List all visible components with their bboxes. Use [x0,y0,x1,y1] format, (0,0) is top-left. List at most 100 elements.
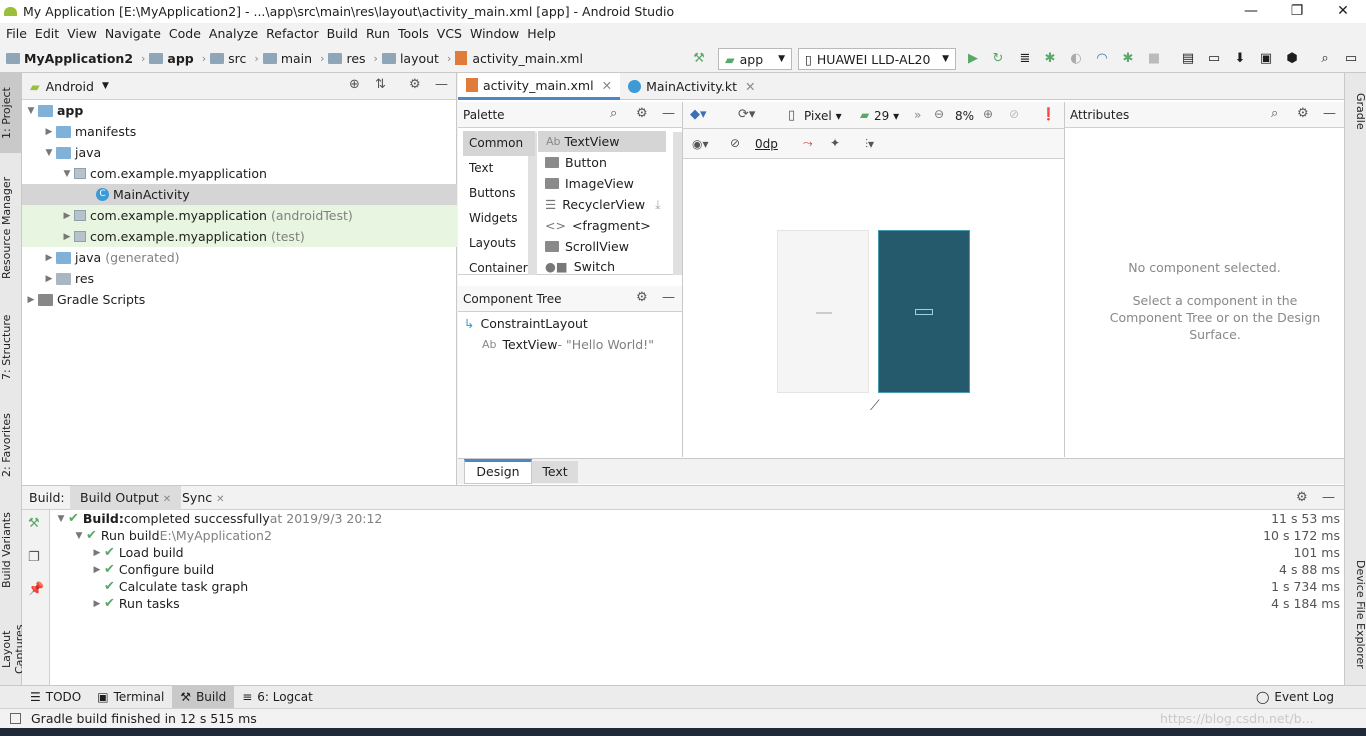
gear-icon[interactable]: ⚙ [636,106,648,121]
hide-icon[interactable]: — [435,77,448,92]
build-row-run-tasks[interactable]: ▶✔ Run tasks 4 s 184 ms [90,595,1344,612]
menu-vcs[interactable]: VCS [435,26,468,41]
device-select[interactable]: Pixel ▾ [804,109,842,123]
menu-view[interactable]: View [65,26,103,41]
palette-item-textview[interactable]: AbTextView [538,131,666,152]
menu-run[interactable]: Run [364,26,396,41]
tab-terminal[interactable]: ▣Terminal [89,686,172,709]
tab-device-file-explorer[interactable]: Device File Explorer [1345,551,1366,677]
resize-handle-icon[interactable]: ⟋ [870,398,880,414]
build-row-load-build[interactable]: ▶✔ Load build 101 ms [90,544,1344,561]
overflow-icon[interactable]: » [914,108,921,122]
build-row-calculate-task-graph[interactable]: ✔ Calculate task graph 1 s 734 ms [90,578,1344,595]
menu-tools[interactable]: Tools [396,26,435,41]
restore-icon[interactable]: ❐ [1274,0,1320,23]
hammer-icon[interactable]: ⚒ [690,50,708,68]
breadcrumb-layout[interactable]: layout [382,51,439,66]
more-icon[interactable]: ▭ [1342,50,1360,68]
zoom-in-icon[interactable]: ⊕ [983,107,993,121]
gear-icon[interactable]: ⚙ [1296,490,1308,505]
tab-text[interactable]: Text [532,461,578,483]
tab-gradle[interactable]: Gradle [1345,81,1366,141]
coverage-icon[interactable]: ◐ [1067,50,1085,68]
palette-category-common[interactable]: Common [463,131,535,156]
palette-category-text[interactable]: Text [463,156,535,181]
tab-favorites[interactable]: 2: Favorites [0,403,22,488]
menu-file[interactable]: File [4,26,33,41]
hide-icon[interactable]: — [1323,106,1336,121]
hide-icon[interactable]: — [662,290,675,305]
pin-icon[interactable]: 📌 [28,582,44,597]
tab-logcat[interactable]: ≡6: Logcat [234,686,321,709]
minimize-icon[interactable]: — [1228,0,1274,23]
apply-changes-icon[interactable]: ↻ [989,50,1007,68]
gear-icon[interactable]: ⚙ [636,290,648,305]
tree-item-mainactivity[interactable]: CMainActivity [22,184,457,205]
tab-activity-main-xml[interactable]: activity_main.xml ✕ [458,73,620,100]
palette-item-imageview[interactable]: ImageView [545,173,673,194]
tab-todo[interactable]: ☰TODO [22,686,89,709]
hide-icon[interactable]: — [662,106,675,121]
menu-analyze[interactable]: Analyze [207,26,264,41]
menu-edit[interactable]: Edit [33,26,65,41]
menu-refactor[interactable]: Refactor [264,26,324,41]
collapse-all-icon[interactable]: ⇅ [375,77,386,92]
event-log-button[interactable]: ◯Event Log [1248,686,1342,709]
run-config-select[interactable]: ▰ app ▼ [718,48,792,70]
autoconnect-icon[interactable]: ⊘ [730,136,740,150]
palette-category-widgets[interactable]: Widgets [463,206,535,231]
tree-item-java[interactable]: ▼java [22,142,457,163]
tab-sync[interactable]: Sync ✕ [182,490,225,505]
toggle-view-icon[interactable]: ❐ [28,550,40,565]
project-view-select[interactable]: Android [46,79,94,94]
palette-items-scrollbar[interactable] [673,132,682,275]
tree-item-res[interactable]: ▶res [22,268,457,289]
download-icon[interactable]: ⤓ [655,197,661,213]
search-icon[interactable]: ⌕ [610,106,617,121]
blueprint-preview[interactable] [878,230,970,393]
component-constraintlayout[interactable]: ↳ConstraintLayout [464,313,674,334]
tab-design[interactable]: Design [464,459,532,484]
tree-item-gradle-scripts[interactable]: ▶Gradle Scripts [22,289,457,310]
build-row-root[interactable]: ▼✔ Build: completed successfully at 2019… [54,510,1344,527]
menu-build[interactable]: Build [325,26,364,41]
clear-constraints-icon[interactable]: ⤳ [803,136,813,151]
hammer-icon[interactable]: ⚒ [28,516,40,531]
guidelines-icon[interactable]: ⫶▾ [865,137,874,152]
sdk-manager-icon[interactable]: ⬇ [1231,50,1249,68]
breadcrumb-src[interactable]: src [210,51,246,66]
apply-code-changes-icon[interactable]: ≣ [1016,50,1034,68]
design-preview[interactable] [777,230,869,393]
tree-item-java-generated[interactable]: ▶java (generated) [22,247,457,268]
textview-blueprint[interactable] [915,309,933,315]
palette-item-button[interactable]: Button [545,152,673,173]
gear-icon[interactable]: ⚙ [409,77,421,92]
tree-item-manifests[interactable]: ▶manifests [22,121,457,142]
close-icon[interactable]: ✕ [1320,0,1366,23]
tab-resource-manager[interactable]: Resource Manager [0,165,22,290]
palette-item-scrollview[interactable]: ScrollView [545,236,673,257]
menu-navigate[interactable]: Navigate [103,26,167,41]
debug-icon[interactable]: ✱ [1041,50,1059,68]
tab-mainactivity-kt[interactable]: MainActivity.kt ✕ [620,73,763,100]
build-row-configure-build[interactable]: ▶✔ Configure build 4 s 88 ms [90,561,1344,578]
palette-item-switch[interactable]: ●■Switch [545,257,673,275]
profile-icon[interactable]: ◠ [1093,50,1111,68]
close-tab-icon[interactable]: ✕ [745,79,755,94]
tab-build[interactable]: ⚒Build [172,686,234,709]
status-toggle-icon[interactable] [10,713,21,724]
tree-item-package-androidtest[interactable]: ▶com.example.myapplication (androidTest) [22,205,457,226]
device-explorer-icon[interactable]: ▣ [1257,50,1275,68]
orientation-icon[interactable]: ⟳▾ [738,107,755,122]
default-margin[interactable]: 0dp [755,137,778,151]
palette-category-layouts[interactable]: Layouts [463,231,535,256]
breadcrumb-main[interactable]: main [263,51,312,66]
breadcrumb-app[interactable]: app [149,51,193,66]
build-row-run-build[interactable]: ▼✔ Run build E:\MyApplication2 10 s 172 … [72,527,1344,544]
tab-project[interactable]: 1: Project [0,73,22,153]
sync-project-icon[interactable]: ▤ [1179,50,1197,68]
chevron-down-icon[interactable]: ▼ [102,81,109,91]
run-icon[interactable]: ▶ [964,50,982,68]
breadcrumb-file[interactable]: activity_main.xml [455,51,583,66]
tab-build-variants[interactable]: Build Variants [0,503,22,598]
